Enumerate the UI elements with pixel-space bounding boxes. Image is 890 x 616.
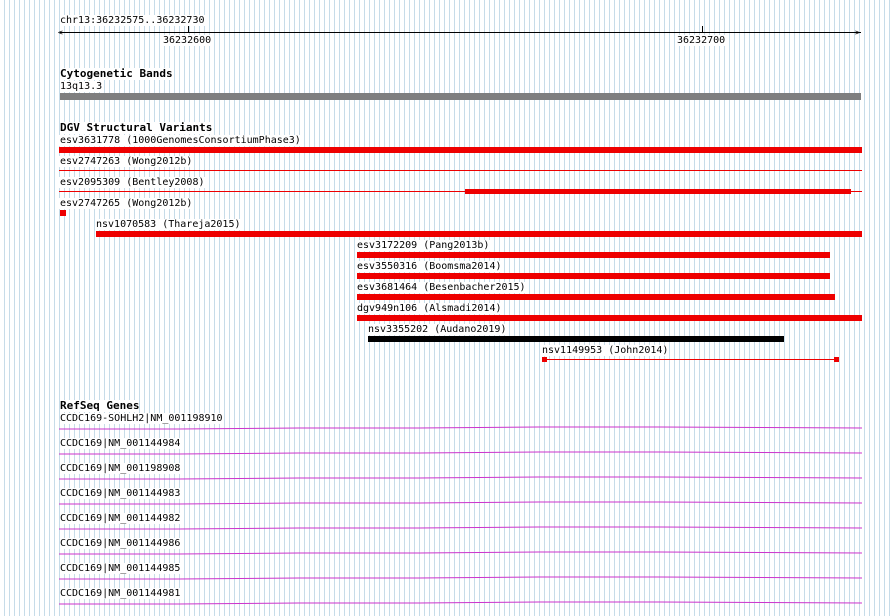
- gene-label: CCDC169|NM_001144982: [60, 513, 181, 524]
- variant-feature[interactable]: [60, 210, 66, 216]
- variant-feature[interactable]: [357, 294, 835, 300]
- gene-intron-line[interactable]: [59, 475, 862, 483]
- variant-feature[interactable]: [834, 357, 839, 362]
- ruler-axis: [60, 32, 861, 33]
- ruler-tick-label: 36232700: [677, 35, 726, 46]
- gene-label: CCDC169|NM_001198908: [60, 463, 181, 474]
- variant-label: nsv1149953 (John2014): [541, 345, 670, 356]
- variant-label: nsv3355202 (Audano2019): [367, 324, 508, 335]
- ruler-left-arrow-icon: <: [58, 28, 63, 37]
- variant-feature[interactable]: [96, 231, 862, 237]
- variant-label: esv2747265 (Wong2012b): [59, 198, 194, 209]
- variant-label: esv3550316 (Boomsma2014): [356, 261, 503, 272]
- variant-label: esv3681464 (Besenbacher2015): [356, 282, 527, 293]
- variant-label: nsv1070583 (Thareja2015): [95, 219, 242, 230]
- variant-label: dgv949n106 (Alsmadi2014): [356, 303, 503, 314]
- variant-label: esv2095309 (Bentley2008): [59, 177, 206, 188]
- ruler-major-tick: [702, 26, 703, 33]
- gene-intron-line[interactable]: [59, 450, 862, 458]
- ruler-major-tick: [188, 26, 189, 33]
- ruler-location: chr13:36232575..36232730: [60, 15, 205, 26]
- variant-label: esv3631778 (1000GenomesConsortiumPhase3): [59, 135, 302, 146]
- variant-feature[interactable]: [357, 273, 830, 279]
- variant-feature[interactable]: [357, 252, 830, 258]
- gene-label: CCDC169|NM_001144981: [60, 588, 181, 599]
- variant-feature[interactable]: [542, 357, 547, 362]
- gene-label: CCDC169|NM_001144985: [60, 563, 181, 574]
- gene-intron-line[interactable]: [59, 525, 862, 533]
- gene-intron-line[interactable]: [59, 575, 862, 583]
- variant-feature[interactable]: [357, 315, 862, 321]
- ruler-right-arrow-icon: >: [855, 28, 860, 37]
- variant-feature[interactable]: [59, 170, 862, 171]
- ruler-tick-label: 36232600: [163, 35, 212, 46]
- gene-label: CCDC169-SOHLH2|NM_001198910: [60, 413, 223, 424]
- gene-label: CCDC169|NM_001144986: [60, 538, 181, 549]
- dgv-track-title[interactable]: DGV Structural Variants: [60, 122, 213, 134]
- gene-intron-line[interactable]: [59, 500, 862, 508]
- variant-feature[interactable]: [465, 189, 851, 194]
- cytoband-label: 13q13.3: [60, 81, 103, 92]
- variant-label: esv2747263 (Wong2012b): [59, 156, 194, 167]
- variant-feature[interactable]: [368, 336, 784, 342]
- gene-intron-line[interactable]: [59, 425, 862, 433]
- gene-intron-line[interactable]: [59, 550, 862, 558]
- cytoband-bar[interactable]: [60, 93, 861, 100]
- refseq-track-title[interactable]: RefSeq Genes: [60, 400, 140, 412]
- variant-feature[interactable]: [59, 147, 862, 153]
- variant-connector: [542, 359, 839, 360]
- cytoband-track-title[interactable]: Cytogenetic Bands: [60, 68, 173, 80]
- gene-label: CCDC169|NM_001144983: [60, 488, 181, 499]
- gene-intron-line[interactable]: [59, 600, 862, 608]
- variant-label: esv3172209 (Pang2013b): [356, 240, 491, 251]
- gene-label: CCDC169|NM_001144984: [60, 438, 181, 449]
